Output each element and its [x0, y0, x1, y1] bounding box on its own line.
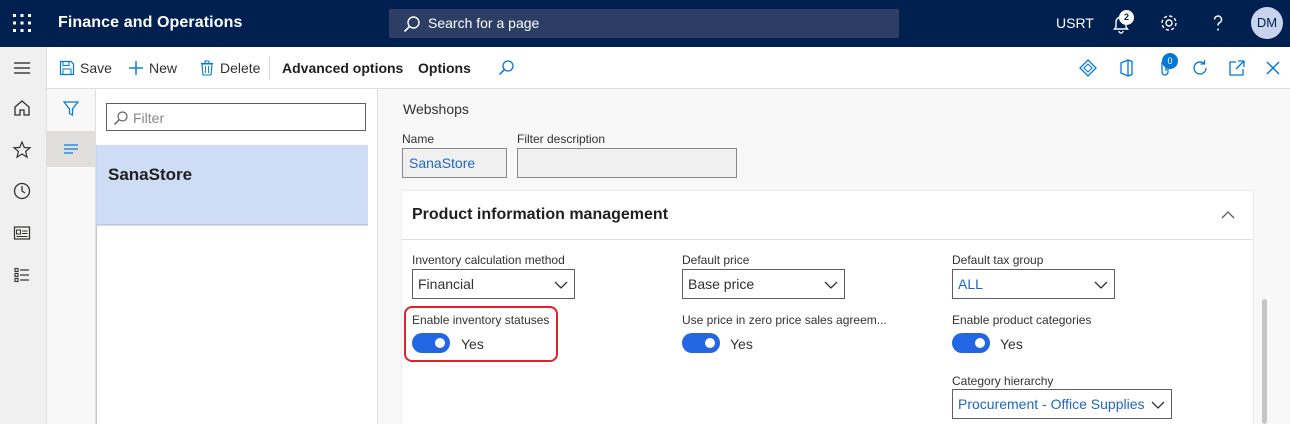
- save-button[interactable]: Save: [59, 58, 112, 78]
- gear-icon[interactable]: [1158, 12, 1180, 34]
- list-border: [96, 225, 97, 424]
- app-title[interactable]: Finance and Operations: [58, 14, 242, 32]
- default-tax-group-value: ALL: [958, 276, 983, 292]
- chevron-down-icon: [1094, 281, 1108, 289]
- filter-description-field[interactable]: [517, 148, 737, 178]
- clock-icon[interactable]: [12, 181, 32, 201]
- help-icon[interactable]: [1207, 12, 1229, 34]
- top-bar: Finance and Operations Search for a page…: [0, 0, 1290, 47]
- enable-product-categories-toggle[interactable]: [952, 333, 990, 353]
- new-button[interactable]: New: [128, 58, 177, 78]
- chevron-up-icon[interactable]: [1220, 207, 1236, 223]
- filter-description-label: Filter description: [517, 132, 606, 146]
- list-view-toggle[interactable]: [47, 131, 95, 167]
- search-placeholder: Search for a page: [428, 15, 540, 31]
- list-pane: Filter SanaStore: [96, 89, 378, 424]
- navigation-strip: [47, 89, 96, 424]
- workspaces-icon[interactable]: [12, 223, 32, 243]
- category-hierarchy-select[interactable]: Procurement - Office Supplies: [952, 389, 1172, 419]
- list-item-label: SanaStore: [108, 165, 193, 184]
- advanced-options-tab[interactable]: Advanced options: [282, 58, 403, 78]
- chevron-down-icon: [1151, 401, 1165, 409]
- office-icon[interactable]: [1116, 58, 1136, 78]
- delete-button[interactable]: Delete: [199, 58, 260, 78]
- name-label: Name: [402, 132, 435, 146]
- use-price-zero-toggle[interactable]: [682, 333, 720, 353]
- left-navigation: [0, 47, 47, 424]
- use-price-zero-label: Use price in zero price sales agreem...: [682, 313, 887, 327]
- company-picker[interactable]: USRT: [1056, 15, 1094, 31]
- notification-badge: 2: [1119, 10, 1134, 25]
- avatar[interactable]: DM: [1251, 7, 1283, 39]
- action-pane: Save New Delete Advanced options Options…: [47, 47, 1290, 89]
- attachments-badge: 0: [1162, 53, 1178, 69]
- filter-placeholder: Filter: [133, 110, 165, 126]
- default-price-value: Base price: [688, 276, 755, 292]
- home-icon[interactable]: [12, 98, 32, 118]
- options-tab[interactable]: Options: [418, 58, 471, 78]
- chevron-down-icon: [824, 281, 838, 289]
- use-price-zero-value: Yes: [730, 336, 753, 352]
- fasttab-title: Product information management: [412, 206, 669, 223]
- save-label: Save: [80, 60, 112, 76]
- vertical-scrollbar[interactable]: [1262, 299, 1267, 424]
- default-tax-group-select[interactable]: ALL: [952, 269, 1115, 299]
- default-tax-group-label: Default tax group: [952, 253, 1044, 267]
- list-divider: [96, 225, 368, 226]
- power-apps-icon[interactable]: [1078, 58, 1098, 78]
- plus-icon: [129, 61, 143, 75]
- inventory-calculation-method-label: Inventory calculation method: [412, 253, 565, 267]
- search-icon: [114, 111, 128, 125]
- save-icon: [59, 60, 75, 76]
- open-new-window-icon[interactable]: [1227, 58, 1247, 78]
- filter-icon[interactable]: [61, 99, 81, 119]
- close-icon[interactable]: [1263, 58, 1283, 78]
- highlight-annotation: [404, 306, 558, 362]
- refresh-icon[interactable]: [1190, 58, 1210, 78]
- default-price-select[interactable]: Base price: [682, 269, 845, 299]
- search-input[interactable]: Search for a page: [389, 9, 899, 38]
- app-launcher-icon[interactable]: [12, 13, 32, 33]
- new-label: New: [149, 60, 178, 76]
- inventory-calculation-method-value: Financial: [418, 276, 475, 292]
- inventory-calculation-method-select[interactable]: Financial: [412, 269, 575, 299]
- search-icon[interactable]: [496, 58, 516, 78]
- hamburger-icon[interactable]: [12, 58, 32, 78]
- fasttab-header[interactable]: Product information management: [402, 191, 1253, 240]
- category-hierarchy-label: Category hierarchy: [952, 374, 1054, 388]
- list-item[interactable]: SanaStore: [96, 145, 368, 225]
- chevron-down-icon: [554, 281, 568, 289]
- action-pane-divider: [269, 56, 270, 80]
- enable-product-categories-value: Yes: [1000, 336, 1023, 352]
- default-price-label: Default price: [682, 253, 750, 267]
- page-title: Webshops: [403, 101, 469, 117]
- search-icon: [403, 16, 420, 33]
- delete-label: Delete: [220, 60, 261, 76]
- details-pane: Webshops Name SanaStore Filter descripti…: [378, 89, 1290, 424]
- list-icon: [64, 144, 78, 154]
- filter-input[interactable]: Filter: [106, 103, 366, 131]
- category-hierarchy-value: Procurement - Office Supplies: [958, 396, 1145, 412]
- name-field[interactable]: SanaStore: [402, 148, 507, 178]
- star-icon[interactable]: [12, 140, 32, 160]
- enable-product-categories-label: Enable product categories: [952, 313, 1092, 327]
- modules-icon[interactable]: [12, 265, 32, 285]
- trash-icon: [201, 60, 213, 76]
